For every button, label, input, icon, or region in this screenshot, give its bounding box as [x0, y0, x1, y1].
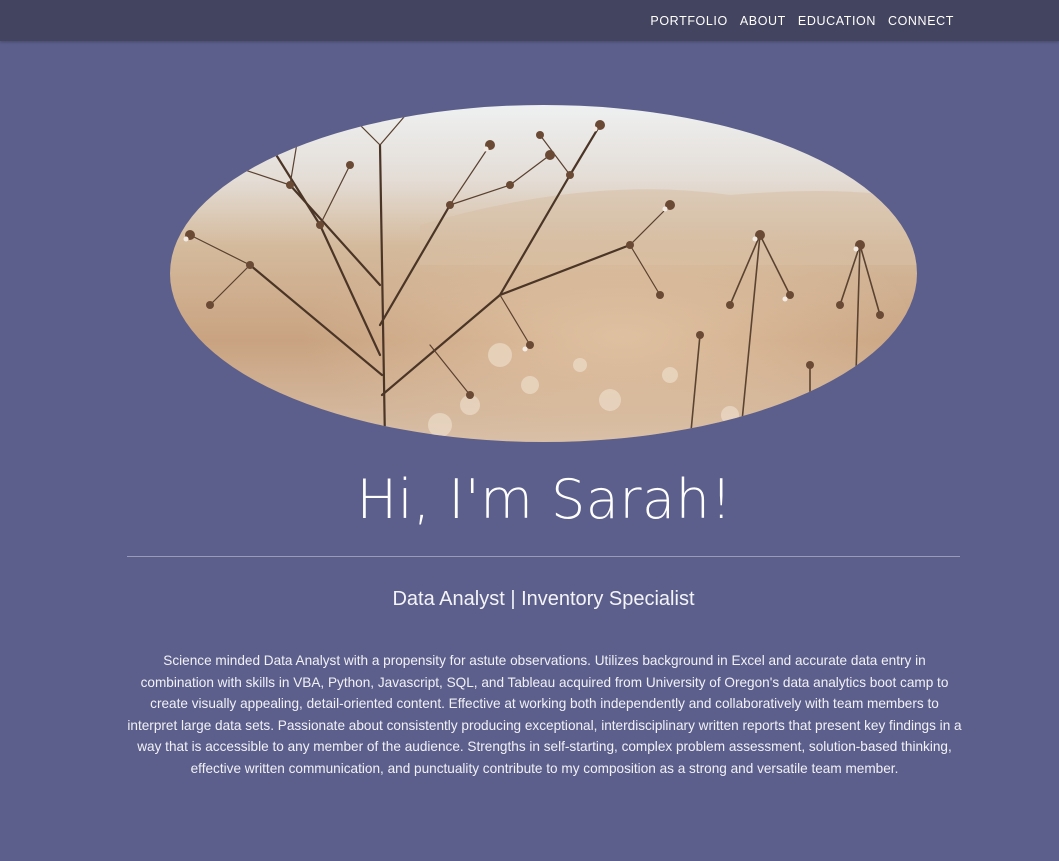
bio-paragraph: Science minded Data Analyst with a prope… — [127, 653, 962, 776]
divider — [127, 556, 960, 557]
nav-link-portfolio[interactable]: PORTFOLIO — [650, 14, 727, 28]
nav-links: PORTFOLIO ABOUT EDUCATION CONNECT — [650, 0, 954, 41]
greeting-heading: Hi, I'm Sarah! — [356, 468, 733, 531]
nav-link-about[interactable]: ABOUT — [740, 14, 786, 28]
nav-link-connect[interactable]: CONNECT — [888, 14, 954, 28]
dried-flowers-photo — [170, 105, 917, 442]
nav-link-education[interactable]: EDUCATION — [798, 14, 876, 28]
job-title: Data Analyst | Inventory Specialist — [392, 588, 695, 610]
hero-image — [170, 105, 917, 442]
top-navbar: PORTFOLIO ABOUT EDUCATION CONNECT — [0, 0, 1059, 41]
hero-image-ellipse — [170, 105, 917, 442]
